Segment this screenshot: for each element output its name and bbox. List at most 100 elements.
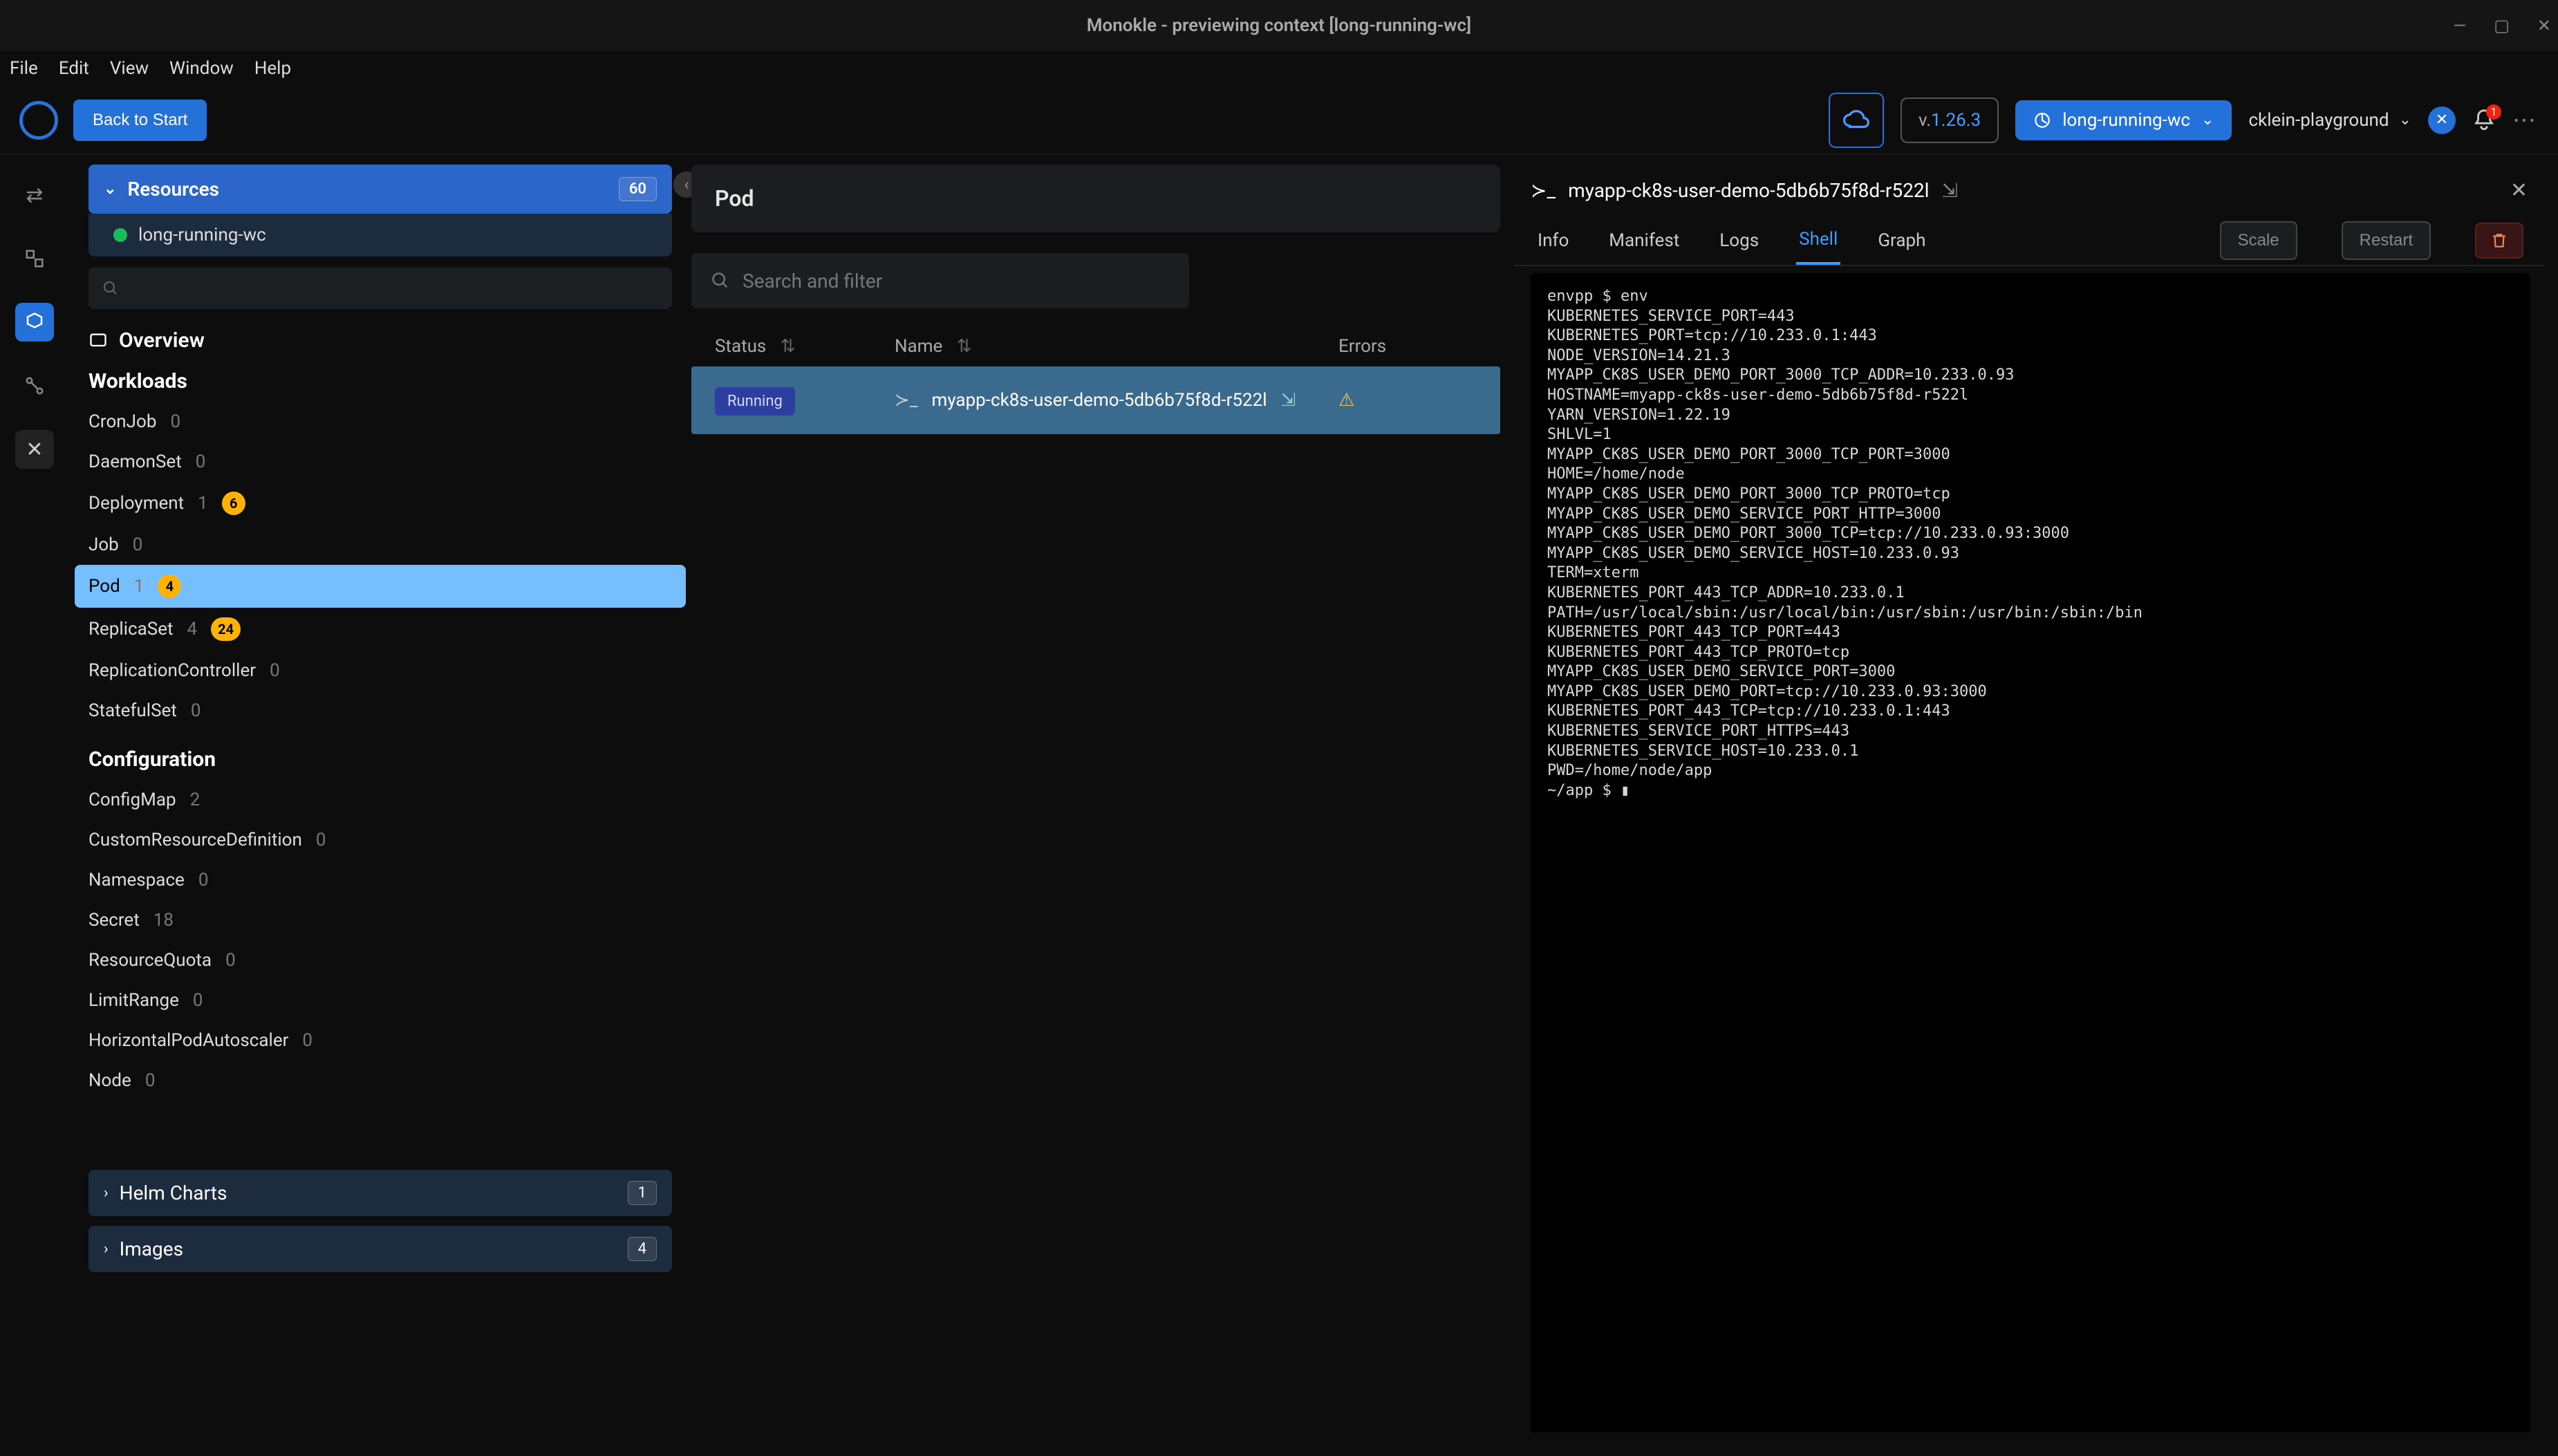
detail-panel: ≻_ myapp-ck8s-user-demo-5db6b75f8d-r522l…	[1514, 165, 2544, 1446]
item-count: 18	[153, 910, 174, 931]
sidebar-item-job[interactable]: Job 0	[88, 525, 672, 565]
tab-logs[interactable]: Logs	[1717, 218, 1762, 263]
detail-tabs: Info Manifest Logs Shell Graph Scale Res…	[1514, 209, 2544, 266]
cluster-dropdown[interactable]: long-running-wc ⌄	[2015, 100, 2232, 140]
rail-graph-icon[interactable]	[15, 366, 54, 405]
section-workloads-title: Workloads	[88, 369, 672, 393]
activity-bar: ⇄ ✕	[0, 155, 69, 1456]
item-name: Node	[88, 1070, 131, 1091]
tab-graph[interactable]: Graph	[1875, 218, 1928, 263]
item-count: 0	[316, 830, 326, 850]
context-name: long-running-wc	[138, 225, 266, 245]
sidebar-item-daemonset[interactable]: DaemonSet0	[88, 442, 672, 482]
menu-help[interactable]: Help	[254, 58, 291, 79]
rail-settings-icon[interactable]	[15, 239, 54, 278]
item-count: 0	[170, 411, 180, 432]
overview-icon	[88, 331, 108, 351]
sidebar-footer-helm-charts[interactable]: ›Helm Charts1	[88, 1170, 672, 1216]
notifications-button[interactable]: 1	[2472, 109, 2496, 132]
sidebar-item-statefulset[interactable]: StatefulSet0	[88, 691, 672, 731]
sidebar-resources-header[interactable]: ⌄ Resources 60	[88, 165, 672, 214]
cluster-icon	[2033, 111, 2051, 129]
window-maximize-icon[interactable]: ▢	[2494, 16, 2510, 35]
notification-count-badge: 1	[2486, 104, 2501, 120]
window-close-icon[interactable]: ✕	[2537, 16, 2551, 35]
search-icon	[711, 271, 730, 290]
sidebar-item-node[interactable]: Node0	[88, 1061, 672, 1101]
rail-resources-icon[interactable]	[15, 303, 54, 342]
sidebar-item-namespace[interactable]: Namespace0	[88, 860, 672, 900]
item-count: 0	[133, 534, 143, 555]
close-panel-button[interactable]: ✕	[2510, 178, 2528, 203]
sidebar-search-input[interactable]	[88, 268, 672, 309]
item-name: CronJob	[88, 411, 156, 432]
col-status[interactable]: Status ⇅	[715, 336, 895, 357]
filter-input[interactable]: Search and filter	[691, 253, 1189, 308]
item-name: DaemonSet	[88, 451, 182, 472]
back-to-start-button[interactable]: Back to Start	[73, 100, 207, 141]
item-count: 1	[134, 576, 144, 597]
resources-count: 60	[619, 177, 657, 201]
item-name: Deployment	[88, 493, 184, 514]
menu-edit[interactable]: Edit	[59, 58, 89, 79]
item-count: 0	[191, 700, 201, 721]
sidebar-item-cronjob[interactable]: CronJob 0	[88, 402, 672, 442]
project-name: cklein-playground	[2248, 110, 2389, 131]
window-titlebar: Monokle - previewing context [long-runni…	[0, 0, 2558, 51]
delete-button[interactable]	[2475, 223, 2523, 259]
menubar: File Edit View Window Help	[0, 51, 2558, 86]
footer-label: Images	[120, 1238, 183, 1260]
tab-manifest[interactable]: Manifest	[1606, 218, 1682, 263]
rail-compare-icon[interactable]: ⇄	[15, 176, 54, 214]
restart-button[interactable]: Restart	[2342, 221, 2431, 260]
trash-icon	[2490, 232, 2508, 250]
search-icon	[102, 280, 119, 297]
window-minimize-icon[interactable]: ―	[2453, 16, 2466, 35]
col-errors[interactable]: Errors	[1338, 336, 1477, 357]
sidebar-context-row[interactable]: long-running-wc	[88, 214, 672, 256]
terminal-output[interactable]: envpp $ env KUBERNETES_SERVICE_PORT=443 …	[1531, 273, 2530, 1432]
footer-count: 1	[628, 1181, 657, 1205]
sidebar-footer-images[interactable]: ›Images4	[88, 1226, 672, 1272]
sidebar-item-secret[interactable]: Secret18	[88, 900, 672, 940]
item-name: HorizontalPodAutoscaler	[88, 1030, 288, 1051]
sidebar-collapse-button[interactable]: ‹	[673, 171, 691, 198]
menu-file[interactable]: File	[10, 58, 38, 79]
tab-info[interactable]: Info	[1535, 218, 1571, 263]
close-context-button[interactable]: ✕	[2428, 106, 2456, 134]
chevron-right-icon: ›	[104, 1184, 109, 1202]
sidebar-item-deployment[interactable]: Deployment16	[88, 482, 672, 525]
item-name: ConfigMap	[88, 790, 176, 810]
item-name: ReplicationController	[88, 660, 256, 681]
rail-close-icon[interactable]: ✕	[15, 430, 54, 469]
sort-icon: ⇅	[952, 336, 971, 357]
item-name: Job	[88, 534, 119, 555]
sidebar-item-replicaset[interactable]: ReplicaSet424	[88, 608, 672, 651]
item-name: ReplicaSet	[88, 619, 174, 640]
chevron-right-icon: ›	[104, 1240, 109, 1258]
cloud-sync-icon[interactable]	[1829, 93, 1884, 148]
more-menu-button[interactable]: ⋯	[2512, 106, 2539, 134]
menu-window[interactable]: Window	[169, 58, 234, 79]
table-row[interactable]: Running ≻_ myapp-ck8s-user-demo-5db6b75f…	[691, 366, 1500, 434]
window-title: Monokle - previewing context [long-runni…	[1087, 15, 1471, 36]
tab-shell[interactable]: Shell	[1796, 216, 1840, 265]
scale-button[interactable]: Scale	[2220, 221, 2297, 260]
sidebar-item-pod[interactable]: Pod14	[75, 565, 686, 608]
warning-badge: 4	[158, 575, 181, 598]
project-dropdown[interactable]: cklein-playground ⌄	[2248, 110, 2411, 131]
menu-view[interactable]: View	[110, 58, 149, 79]
share-icon[interactable]: ⇲	[1281, 390, 1296, 411]
overview-header[interactable]: Overview	[88, 328, 672, 353]
sidebar-item-resourcequota[interactable]: ResourceQuota0	[88, 940, 672, 980]
sidebar-item-horizontalpodautoscaler[interactable]: HorizontalPodAutoscaler0	[88, 1020, 672, 1061]
item-count: 0	[270, 660, 280, 681]
sidebar-item-configmap[interactable]: ConfigMap2	[88, 780, 672, 820]
sidebar-item-customresourcedefinition[interactable]: CustomResourceDefinition0	[88, 820, 672, 860]
warning-badge: 24	[211, 617, 241, 641]
detail-title: myapp-ck8s-user-demo-5db6b75f8d-r522l	[1568, 179, 1929, 202]
sidebar-item-limitrange[interactable]: LimitRange0	[88, 980, 672, 1020]
sidebar-item-replicationcontroller[interactable]: ReplicationController 0	[88, 651, 672, 691]
col-name[interactable]: Name ⇅	[895, 336, 1338, 357]
share-icon[interactable]: ⇲	[1941, 179, 1957, 202]
